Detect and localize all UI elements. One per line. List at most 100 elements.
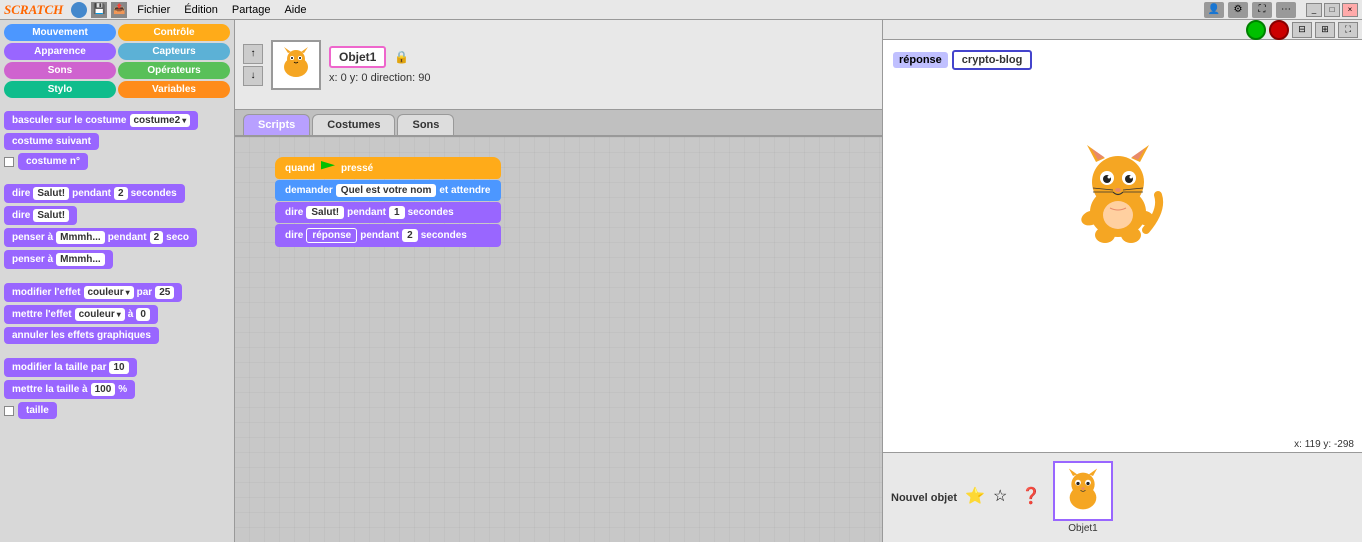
main-area: Mouvement Contrôle Apparence Capteurs So… [0, 20, 1362, 542]
ask-value[interactable]: Quel est votre nom [336, 184, 437, 197]
block-say[interactable]: dire Salut! [4, 206, 77, 225]
cat-mouvement[interactable]: Mouvement [4, 24, 116, 41]
think2-val[interactable]: Mmmh... [56, 253, 105, 266]
block-say-seconds-row: dire Salut! pendant 2 secondes [4, 184, 230, 203]
block-say-response[interactable]: dire réponse pendant 2 secondes [275, 224, 501, 247]
menubar: SCRATCH 💾 📤 Fichier Édition Partage Aide… [0, 0, 1362, 20]
stage-size-full[interactable]: ⛶ [1338, 22, 1358, 38]
sprite-panel: Nouvel objet ⭐ ☆ ❓ [883, 452, 1362, 542]
categories-panel: Mouvement Contrôle Apparence Capteurs So… [0, 20, 234, 102]
app-logo: SCRATCH [4, 2, 63, 18]
think-sec-val[interactable]: 2 [150, 231, 164, 244]
block-size-set[interactable]: mettre la taille à 100 % [4, 380, 135, 399]
block-think-seconds[interactable]: penser à Mmmh... pendant 2 seco [4, 228, 197, 247]
response-value: crypto-blog [952, 50, 1033, 70]
menu-edition[interactable]: Édition [178, 4, 224, 16]
block-size-show[interactable]: taille [18, 402, 57, 419]
menu-partage[interactable]: Partage [226, 4, 277, 16]
block-costume-num[interactable]: costume n° [18, 153, 88, 170]
stage-coords: x: 119 y: -298 [1294, 439, 1354, 450]
sprite-nav-down[interactable]: ↓ [243, 66, 263, 86]
block-when-flag[interactable]: quand pressé [275, 157, 501, 179]
sprite-thumb-cat [1058, 466, 1108, 516]
stage-size-large[interactable]: ⊞ [1315, 22, 1335, 38]
block-costume-switch-row: basculer sur le costume costume2 [4, 111, 230, 130]
minimize-btn[interactable]: _ [1306, 3, 1322, 17]
help-sprite-icon[interactable]: ❓ [1021, 486, 1045, 510]
block-effect-clear-row: annuler les effets graphiques [4, 327, 230, 344]
more-icon[interactable]: ⋯ [1276, 2, 1296, 18]
stop-btn[interactable] [1269, 20, 1289, 40]
fullscreen-icon[interactable]: ⛶ [1252, 2, 1272, 18]
cat-stylo[interactable]: Stylo [4, 81, 116, 98]
menu-aide[interactable]: Aide [278, 4, 312, 16]
size-set-val[interactable]: 100 [91, 383, 116, 396]
effect-val[interactable]: 25 [155, 286, 174, 299]
cat-apparence[interactable]: Apparence [4, 43, 116, 60]
block-effect-modify[interactable]: modifier l'effet couleur par 25 [4, 283, 182, 302]
say-1sec-num[interactable]: 1 [389, 206, 405, 219]
left-panel: Mouvement Contrôle Apparence Capteurs So… [0, 20, 235, 542]
settings-icon[interactable]: ⚙ [1228, 2, 1248, 18]
say-val[interactable]: Salut! [33, 209, 69, 222]
flag-icon [321, 161, 335, 175]
cat-controle[interactable]: Contrôle [118, 24, 230, 41]
maximize-btn[interactable]: □ [1324, 3, 1340, 17]
sprite-panel-icons: ⭐ ☆ ❓ [965, 486, 1045, 510]
stage[interactable]: réponse crypto-blog [883, 40, 1362, 452]
say-response-val[interactable]: réponse [306, 228, 357, 243]
block-next-costume-row: costume suivant [4, 133, 230, 150]
effect-type2[interactable]: couleur [75, 308, 125, 321]
say-seconds-val1[interactable]: Salut! [33, 187, 69, 200]
say-1sec-val[interactable]: Salut! [306, 206, 344, 219]
tab-sons[interactable]: Sons [397, 114, 454, 135]
costume-num-checkbox[interactable] [4, 157, 14, 167]
sprite-header: ↑ ↓ Objet1 [235, 20, 882, 110]
cat-operateurs[interactable]: Opérateurs [118, 62, 230, 79]
block-size-set-row: mettre la taille à 100 % [4, 380, 230, 399]
add-sprite-star-icon[interactable]: ⭐ [965, 486, 989, 510]
effect-set-val[interactable]: 0 [136, 308, 150, 321]
size-val[interactable]: 10 [109, 361, 128, 374]
tab-scripts[interactable]: Scripts [243, 114, 310, 135]
tab-costumes[interactable]: Costumes [312, 114, 395, 135]
sprite-nav-up[interactable]: ↑ [243, 44, 263, 64]
close-btn[interactable]: × [1342, 3, 1358, 17]
cat-capteurs[interactable]: Capteurs [118, 43, 230, 60]
sprite-panel-title: Nouvel objet [891, 492, 957, 504]
add-sprite-outline-icon[interactable]: ☆ [993, 486, 1017, 510]
stage-size-small[interactable]: ⊟ [1292, 22, 1312, 38]
block-think[interactable]: penser à Mmmh... [4, 250, 113, 269]
stage-response: réponse crypto-blog [893, 50, 1032, 70]
block-say-seconds[interactable]: dire Salut! pendant 2 secondes [4, 184, 185, 203]
block-effect-set[interactable]: mettre l'effet couleur à 0 [4, 305, 158, 324]
middle-panel: ↑ ↓ Objet1 [235, 20, 882, 542]
script-area[interactable]: quand pressé demander Quel est votre nom… [235, 137, 882, 542]
costume-switch-val[interactable]: costume2 [130, 114, 191, 127]
block-costume-num-row: costume n° [4, 153, 230, 170]
menu-fichier[interactable]: Fichier [131, 4, 176, 16]
block-size-show-row: taille [4, 402, 230, 419]
block-effect-clear[interactable]: annuler les effets graphiques [4, 327, 159, 344]
globe-icon[interactable] [71, 2, 87, 18]
block-ask[interactable]: demander Quel est votre nom et attendre [275, 180, 501, 201]
cat-variables[interactable]: Variables [118, 81, 230, 98]
sprite-thumb-label: Objet1 [1068, 523, 1097, 534]
block-next-costume[interactable]: costume suivant [4, 133, 99, 150]
user-icon[interactable]: 👤 [1204, 2, 1224, 18]
block-size-modify[interactable]: modifier la taille par 10 [4, 358, 137, 377]
effect-type[interactable]: couleur [84, 286, 134, 299]
save-icon[interactable]: 💾 [91, 2, 107, 18]
think-val[interactable]: Mmmh... [56, 231, 105, 244]
cat-sons[interactable]: Sons [4, 62, 116, 79]
block-effect-set-row: mettre l'effet couleur à 0 [4, 305, 230, 324]
block-say-1sec[interactable]: dire Salut! pendant 1 secondes [275, 202, 501, 223]
say-response-num[interactable]: 2 [402, 229, 418, 242]
tabs: Scripts Costumes Sons [235, 110, 882, 137]
size-show-checkbox[interactable] [4, 406, 14, 416]
block-costume-switch[interactable]: basculer sur le costume costume2 [4, 111, 198, 130]
say-seconds-val2[interactable]: 2 [114, 187, 128, 200]
share-icon[interactable]: 📤 [111, 2, 127, 18]
sprite-thumb[interactable] [1053, 461, 1113, 521]
go-btn[interactable] [1246, 20, 1266, 40]
